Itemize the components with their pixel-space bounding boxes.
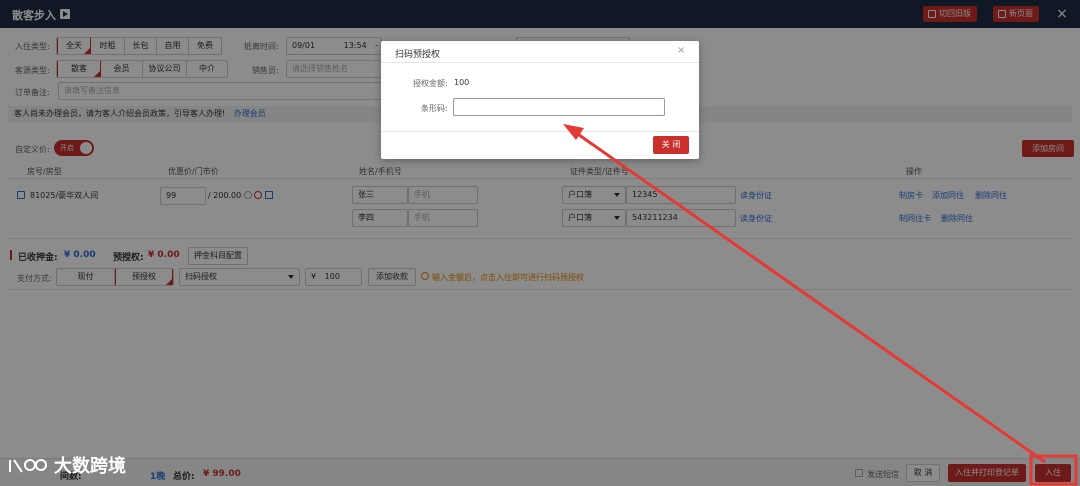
dialog-header: 扫码预授权 ×	[381, 41, 699, 63]
barcode-input[interactable]	[453, 98, 665, 116]
barcode-label: 条形码:	[421, 104, 448, 113]
auth-amount-label: 授权金额:	[413, 79, 448, 88]
dialog-close-icon[interactable]: ×	[677, 45, 685, 56]
watermark-text: 大数跨境	[54, 456, 126, 477]
dialog-footer-divider	[381, 131, 699, 132]
dialog-close-button[interactable]: 关 闭	[653, 136, 689, 154]
auth-amount-value: 100	[454, 78, 470, 87]
dialog-title: 扫码预授权	[395, 50, 441, 60]
scan-preauth-dialog: 扫码预授权 × 授权金额: 100 条形码: 关 闭	[381, 41, 699, 159]
brand-logo-icon	[9, 459, 47, 473]
